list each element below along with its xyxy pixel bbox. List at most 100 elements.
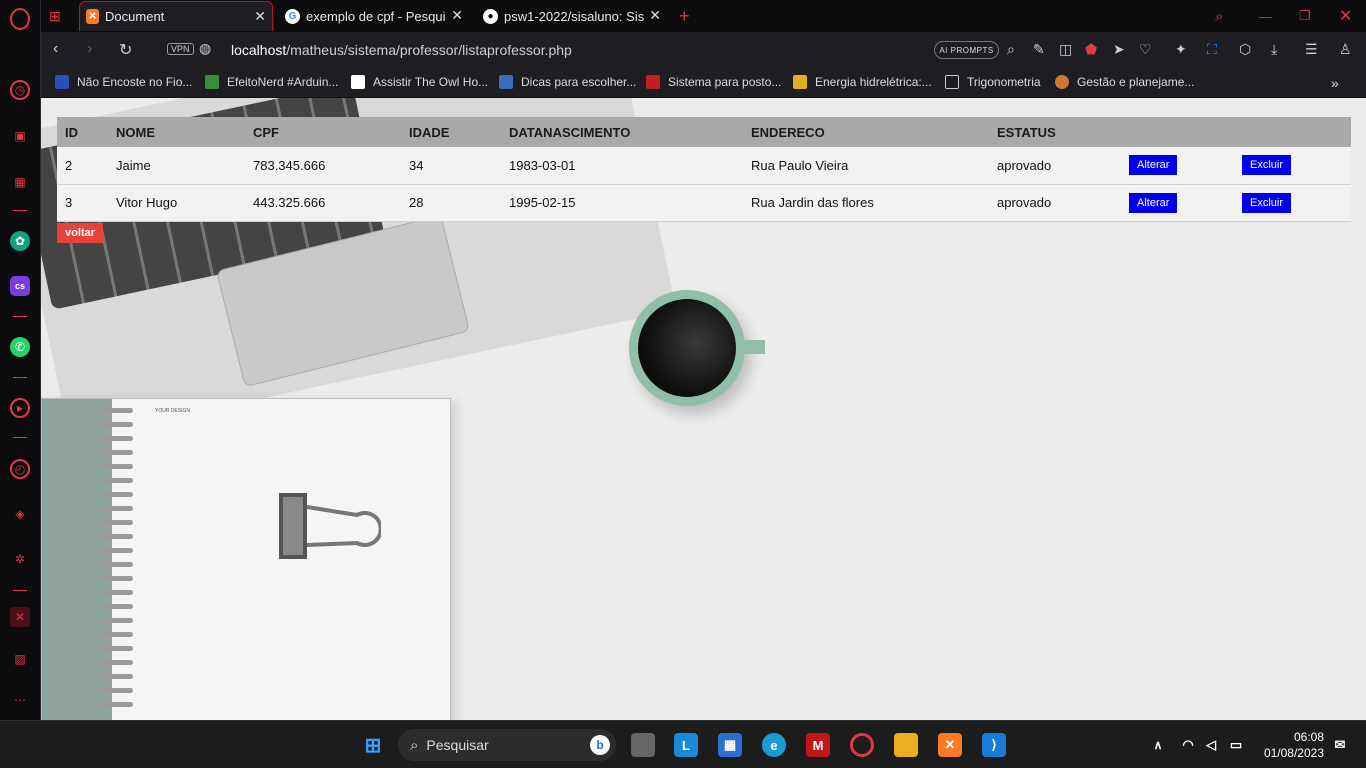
- bookmark-label: Energia hidrelétrica:...: [815, 75, 932, 89]
- edge-icon[interactable]: e: [762, 733, 786, 757]
- back-icon[interactable]: ‹: [53, 40, 58, 58]
- close-window-icon[interactable]: ✕: [1339, 1, 1359, 31]
- header-excluir: [1234, 117, 1351, 147]
- minimize-icon[interactable]: —: [1259, 1, 1279, 31]
- alterar-button[interactable]: Alterar: [1129, 155, 1178, 176]
- cell-alterar: Alterar: [1121, 147, 1234, 184]
- spiral-ring: [99, 422, 133, 427]
- bookmark-folder[interactable]: Trigonometria: [945, 75, 1041, 89]
- tab-google-search[interactable]: G exemplo de cpf - Pesquisa Google ✕: [279, 1, 469, 31]
- l-app-icon[interactable]: L: [674, 733, 698, 757]
- bookmark-favicon-icon: [205, 75, 219, 89]
- easy-setup-icon[interactable]: ☰: [1305, 41, 1318, 58]
- url-host: localhost: [231, 42, 287, 58]
- bookmark-item[interactable]: Dicas para escolher...: [499, 75, 636, 89]
- tab-bar: ⊞ ✕ Document ✕ G exemplo de cpf - Pesqui…: [41, 0, 1366, 32]
- battery-icon[interactable]: ▭: [1224, 733, 1248, 757]
- volume-icon[interactable]: ◁: [1199, 733, 1223, 757]
- taskbar-clock[interactable]: 06:08 01/08/2023: [1264, 729, 1324, 761]
- more-dots-icon[interactable]: ⋯: [10, 690, 30, 710]
- speed-dial-icon[interactable]: ◷: [10, 80, 30, 100]
- camera-icon[interactable]: ◫: [1059, 41, 1072, 58]
- pinboard-icon[interactable]: ✕: [10, 607, 30, 627]
- heart-icon[interactable]: ♡: [1139, 41, 1152, 58]
- wifi-icon[interactable]: ◠: [1176, 733, 1200, 757]
- browser-sidebar: ◷ ▣ ▦ ✿ cs ✆ ▸ ◴ ◈ ✲ ✕ ▨ ⋯: [0, 0, 41, 720]
- settings-gear-icon[interactable]: ✲: [10, 549, 30, 569]
- whatsapp-icon[interactable]: ✆: [10, 337, 30, 357]
- adblock-shield-icon[interactable]: ⬟: [1085, 41, 1097, 58]
- download-icon[interactable]: ⤓: [1271, 41, 1277, 58]
- mcafee-icon[interactable]: M: [806, 733, 830, 757]
- snapshot-icon[interactable]: ⛶: [1207, 41, 1217, 58]
- history-icon[interactable]: ◴: [10, 459, 30, 479]
- bookmark-item[interactable]: Não Encoste no Fio...: [55, 75, 192, 89]
- forward-icon[interactable]: ›: [87, 40, 92, 58]
- page-content: YOUR DESIGN ID NOME CPF IDADE DATANASCIM…: [41, 98, 1366, 720]
- tab-document[interactable]: ✕ Document ✕: [79, 1, 273, 31]
- vpn-badge[interactable]: VPN: [167, 43, 194, 55]
- microsoft-store-icon[interactable]: ▦: [718, 733, 742, 757]
- extension-icon[interactable]: ✦: [1175, 41, 1187, 58]
- tab-messenger-icon[interactable]: ⊞: [49, 1, 75, 31]
- new-tab-button[interactable]: +: [679, 1, 699, 31]
- opera-logo-icon[interactable]: [10, 8, 30, 30]
- file-explorer-icon[interactable]: [894, 733, 918, 757]
- cube-icon[interactable]: ◈: [10, 504, 30, 524]
- windows-start-icon[interactable]: ⊞: [361, 733, 385, 757]
- bookmark-item[interactable]: Gestão e planejame...: [1055, 75, 1194, 89]
- tab-search-icon[interactable]: ⌕: [1215, 1, 1235, 31]
- bookmark-label: Trigonometria: [967, 75, 1041, 89]
- spiral-ring: [99, 492, 133, 497]
- cell-endereco: Rua Paulo Vieira: [751, 157, 849, 173]
- taskbar-search[interactable]: ⌕ Pesquisar b: [398, 729, 616, 761]
- bookmarks-more-icon[interactable]: »: [1331, 75, 1339, 91]
- chip-icon[interactable]: ▦: [10, 172, 30, 192]
- tab-title: exemplo de cpf - Pesquisa Google: [306, 8, 446, 24]
- excluir-button[interactable]: Excluir: [1242, 192, 1292, 213]
- tab-close-icon[interactable]: ✕: [254, 8, 266, 25]
- alterar-button[interactable]: Alterar: [1129, 192, 1178, 213]
- bookmark-favicon-icon: [1055, 75, 1069, 89]
- opera-taskbar-icon[interactable]: [850, 733, 874, 757]
- coffee-cup-image: [629, 290, 765, 406]
- header-endereco: ENDERECO: [751, 124, 825, 140]
- xampp-icon[interactable]: ✕: [938, 733, 962, 757]
- page-search-icon[interactable]: ⌕: [1007, 41, 1015, 58]
- voltar-button[interactable]: voltar: [57, 223, 103, 243]
- profile-icon[interactable]: ♙: [1339, 41, 1352, 58]
- tray-chevron-icon[interactable]: ∧: [1146, 733, 1170, 757]
- tab-github[interactable]: ● psw1-2022/sisaluno: Sistema ✕: [477, 1, 667, 31]
- bookmark-favicon-icon: [499, 75, 513, 89]
- excluir-button[interactable]: Excluir: [1242, 155, 1292, 176]
- shopping-bag-icon[interactable]: ▣: [10, 126, 30, 146]
- cube-3d-icon[interactable]: ⬡: [1239, 41, 1251, 58]
- professor-table: ID NOME CPF IDADE DATANASCIMENTO ENDEREC…: [57, 117, 1351, 222]
- tab-close-icon[interactable]: ✕: [649, 7, 661, 24]
- bookmark-item[interactable]: Sistema para posto...: [646, 75, 781, 89]
- bookmark-item[interactable]: EfeitoNerd #Arduin...: [205, 75, 338, 89]
- vscode-icon[interactable]: ⟩: [982, 733, 1006, 757]
- chatsonic-icon[interactable]: cs: [10, 276, 30, 296]
- header-nome: NOME: [116, 124, 155, 140]
- player-icon[interactable]: ▸: [10, 398, 30, 418]
- edit-icon[interactable]: ✎: [1033, 41, 1045, 58]
- url-field[interactable]: localhost/matheus/sistema/professor/list…: [231, 42, 572, 58]
- tab-close-icon[interactable]: ✕: [451, 7, 463, 24]
- cell-idade: 34: [409, 157, 424, 173]
- send-icon[interactable]: ➤: [1113, 41, 1125, 58]
- image-gallery-icon[interactable]: ▨: [10, 649, 30, 669]
- reload-icon[interactable]: ↻: [119, 40, 132, 60]
- restore-icon[interactable]: ❐: [1299, 1, 1319, 31]
- bookmark-item[interactable]: Assistir The Owl Ho...: [351, 75, 488, 89]
- bookmark-item[interactable]: Energia hidrelétrica:...: [793, 75, 932, 89]
- spiral-ring: [99, 464, 133, 469]
- bookmark-favicon-icon: [793, 75, 807, 89]
- spiral-ring: [99, 632, 133, 637]
- cell-nascimento: 1995-02-15: [509, 195, 576, 210]
- ai-prompts-button[interactable]: AI PROMPTS: [934, 41, 999, 59]
- notifications-icon[interactable]: ✉: [1328, 733, 1352, 757]
- chatgpt-icon[interactable]: ✿: [10, 231, 30, 251]
- xampp-favicon-icon: ✕: [86, 9, 100, 24]
- task-view-icon[interactable]: [631, 733, 655, 757]
